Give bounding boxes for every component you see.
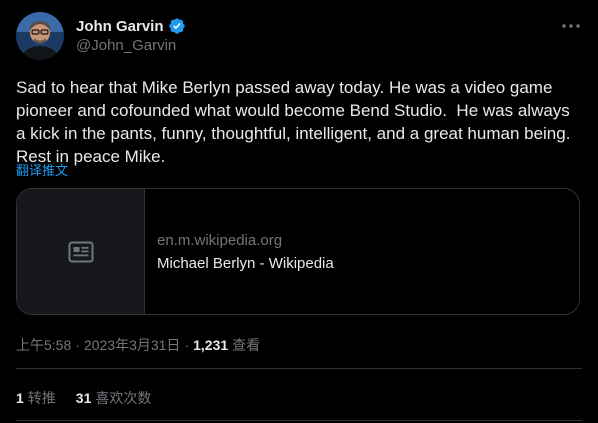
more-options-icon — [562, 24, 580, 28]
retweets-count: 1 — [16, 390, 24, 406]
divider-top — [16, 368, 582, 369]
avatar[interactable] — [16, 12, 64, 60]
more-options-button[interactable] — [556, 14, 586, 38]
likes-label: 喜欢次数 — [95, 390, 152, 406]
author-handle[interactable]: @John_Garvin — [76, 37, 176, 54]
divider-bottom — [16, 420, 582, 421]
view-count: 1,231 — [193, 337, 229, 353]
card-domain: en.m.wikipedia.org — [157, 231, 283, 249]
link-preview-card[interactable]: en.m.wikipedia.org Michael Berlyn - Wiki… — [16, 188, 580, 315]
likes-stat[interactable]: 31 喜欢次数 — [76, 388, 152, 408]
card-title: Michael Berlyn - Wikipedia — [157, 254, 334, 272]
meta-separator: · — [184, 337, 190, 353]
meta-separator: · — [75, 337, 80, 353]
retweets-label: 转推 — [27, 390, 56, 406]
tweet-time[interactable]: 上午5:58 — [16, 335, 71, 355]
view-label: 查看 — [232, 337, 261, 353]
retweets-stat[interactable]: 1 转推 — [16, 388, 56, 408]
card-thumbnail — [17, 189, 145, 314]
tweet-meta: 上午5:58 · 2023年3月31日 · 1,231 查看 — [16, 335, 260, 355]
verified-badge-icon — [168, 17, 186, 35]
avatar-image — [16, 12, 64, 60]
tweet-text: Sad to hear that Mike Berlyn passed away… — [16, 78, 576, 166]
card-info: en.m.wikipedia.org Michael Berlyn - Wiki… — [145, 189, 334, 314]
translate-tweet-link[interactable]: 翻译推文 — [16, 160, 68, 179]
engagement-stats: 1 转推 31 喜欢次数 — [16, 388, 151, 408]
author-name-row: John Garvin — [76, 16, 186, 36]
tweet-date[interactable]: 2023年3月31日 — [84, 335, 181, 355]
article-icon — [68, 241, 93, 262]
likes-count: 31 — [75, 390, 92, 406]
author-display-name[interactable]: John Garvin — [76, 18, 164, 35]
